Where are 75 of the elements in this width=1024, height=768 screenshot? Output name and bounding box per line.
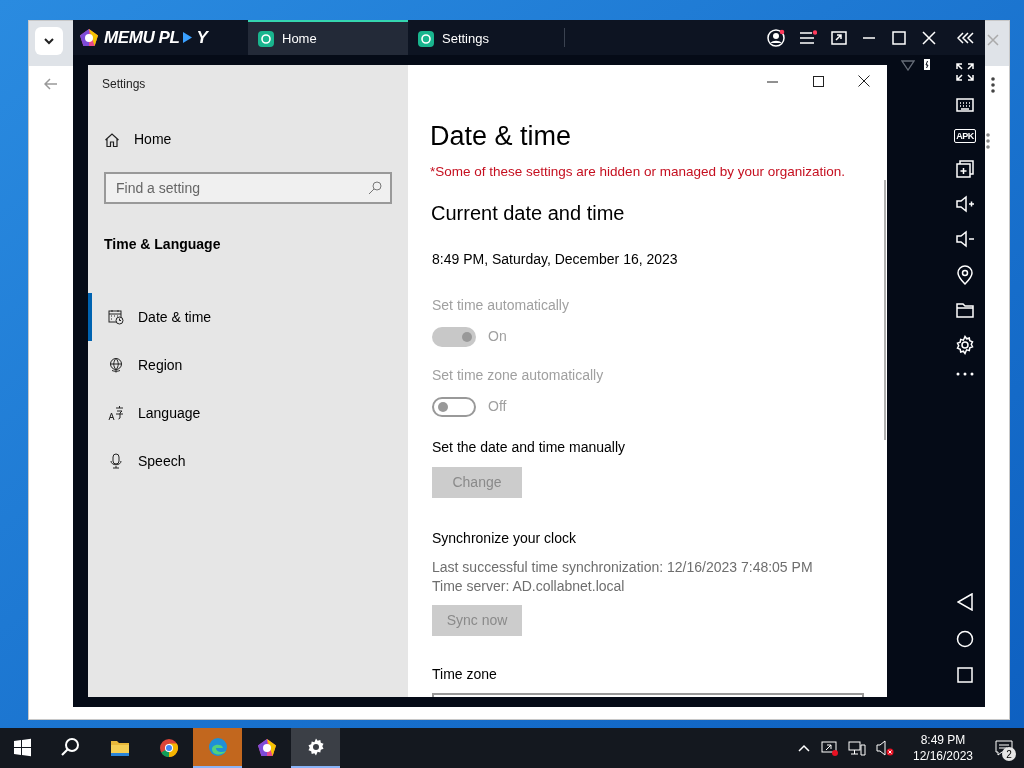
recents-square-icon[interactable] bbox=[957, 667, 973, 683]
toggle-state-label: On bbox=[488, 327, 507, 347]
calendar-clock-icon bbox=[108, 309, 124, 325]
battery-icon bbox=[923, 58, 931, 71]
keyboard-icon[interactable] bbox=[956, 98, 974, 112]
more-vertical-icon[interactable] bbox=[991, 77, 995, 93]
windows-logo-icon bbox=[13, 738, 33, 758]
search-field[interactable]: Find a setting bbox=[104, 172, 392, 204]
nav-item[interactable]: Language bbox=[88, 389, 408, 437]
home-link[interactable]: Home bbox=[104, 129, 172, 150]
play-icon bbox=[182, 31, 194, 44]
speaker-muted-icon[interactable] bbox=[876, 740, 894, 756]
home-circle-icon[interactable] bbox=[956, 630, 974, 648]
maximize-icon[interactable] bbox=[891, 29, 907, 46]
screen-cast-icon[interactable] bbox=[831, 29, 847, 46]
brand-logo-text: MEMU PL bbox=[104, 26, 180, 49]
search-icon bbox=[60, 738, 81, 758]
language-icon bbox=[108, 405, 124, 421]
toggle-state-label: Off bbox=[488, 397, 507, 417]
fullscreen-icon[interactable] bbox=[956, 63, 974, 81]
toggle-label: Set time automatically bbox=[432, 296, 569, 316]
nav-item[interactable]: Speech bbox=[88, 437, 408, 485]
setting-label: Time zone bbox=[432, 665, 497, 685]
folder-icon bbox=[109, 738, 130, 758]
dropdown-button[interactable] bbox=[35, 27, 63, 55]
emulator-tab[interactable]: Settings bbox=[408, 20, 568, 55]
settings-icon[interactable] bbox=[955, 335, 975, 355]
search-icon bbox=[368, 181, 382, 195]
notification-count: 2 bbox=[1002, 747, 1016, 761]
emulator-tab[interactable]: Home bbox=[248, 20, 408, 55]
app-tab-icon bbox=[418, 30, 434, 47]
back-triangle-icon[interactable] bbox=[957, 593, 973, 611]
home-icon bbox=[104, 131, 120, 148]
window-title: Settings bbox=[102, 76, 146, 93]
policy-notice: *Some of these settings are hidden or managed by your organization. bbox=[430, 163, 845, 181]
notification-center-button[interactable]: 2 bbox=[984, 728, 1024, 768]
pentagon-logo-icon bbox=[256, 738, 277, 758]
sync-info-text: Last successful time synchronization: 12/16/2023 7:48:05 PM bbox=[432, 558, 813, 578]
brand-logo-text: Y bbox=[196, 26, 208, 49]
section-heading: Current date and time bbox=[431, 201, 625, 227]
chevron-up-icon[interactable] bbox=[798, 744, 810, 752]
maximize-icon bbox=[812, 75, 824, 87]
chevron-down-icon bbox=[44, 37, 54, 45]
apk-install-button[interactable]: APK bbox=[954, 129, 976, 143]
taskbar-button[interactable] bbox=[291, 728, 340, 768]
collapse-arrows-icon[interactable] bbox=[957, 30, 975, 45]
section-heading: Time & Language bbox=[104, 235, 221, 254]
network-icon[interactable] bbox=[848, 740, 866, 756]
volume-down-icon[interactable] bbox=[955, 230, 975, 248]
folder-icon[interactable] bbox=[956, 302, 974, 318]
current-date-time: 8:49 PM, Saturday, December 16, 2023 bbox=[432, 250, 678, 270]
wifi-icon bbox=[901, 58, 915, 71]
setting-label: Synchronize your clock bbox=[432, 529, 576, 549]
remote-desktop-icon[interactable] bbox=[820, 740, 838, 756]
microphone-icon bbox=[108, 453, 124, 469]
chrome-logo-icon bbox=[158, 738, 179, 758]
menu-icon[interactable] bbox=[799, 29, 817, 46]
multi-window-icon[interactable] bbox=[956, 160, 974, 178]
nav-item[interactable]: Region bbox=[88, 341, 408, 389]
setting-label: Set the date and time manually bbox=[432, 438, 625, 458]
toggle-label: Set time zone automatically bbox=[432, 366, 604, 386]
edge-logo-icon bbox=[207, 737, 228, 757]
sync-info-text: Time server: AD.collabnet.local bbox=[432, 577, 625, 597]
volume-up-icon[interactable] bbox=[955, 195, 975, 213]
message-icon bbox=[995, 740, 1013, 756]
back-arrow-icon[interactable] bbox=[44, 78, 58, 90]
more-horizontal-icon[interactable] bbox=[956, 372, 974, 376]
pentagon-logo-icon bbox=[79, 27, 99, 48]
page-title: Date & time bbox=[430, 120, 572, 153]
location-pin-icon[interactable] bbox=[957, 265, 973, 285]
taskbar-clock[interactable]: 8:49 PM 12/16/2023 bbox=[902, 728, 984, 768]
globe-icon bbox=[108, 357, 124, 373]
close-icon bbox=[858, 75, 870, 87]
user-account-icon[interactable] bbox=[767, 28, 785, 47]
app-tab-icon bbox=[258, 30, 274, 47]
